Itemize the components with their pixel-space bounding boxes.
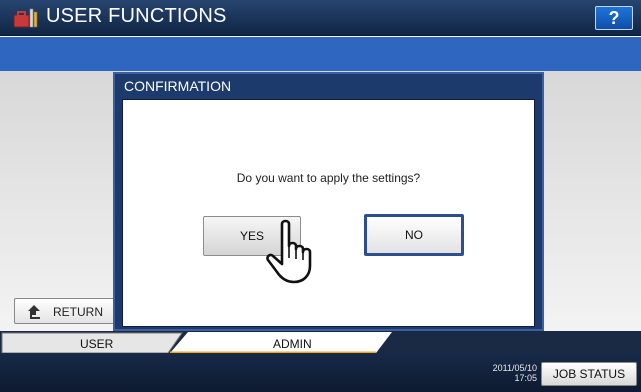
toolbox-icon — [13, 8, 38, 28]
tab-user-label: USER — [80, 337, 114, 351]
no-button[interactable]: NO — [364, 214, 464, 256]
dialog-message: Do you want to apply the settings? — [236, 171, 421, 185]
confirmation-dialog: CONFIRMATION Do you want to apply the se… — [113, 72, 544, 331]
job-status-button[interactable]: JOB STATUS — [541, 362, 637, 386]
dialog-title: CONFIRMATION — [124, 78, 232, 94]
tab-admin-label: ADMIN — [273, 337, 312, 351]
page-title: USER FUNCTIONS — [46, 5, 227, 27]
return-button[interactable]: RETURN — [14, 298, 118, 324]
hand-pointer-icon — [266, 219, 312, 284]
return-label: RETURN — [53, 305, 103, 319]
title-bar: USER FUNCTIONS ? — [0, 0, 641, 36]
header-band — [0, 37, 641, 71]
return-arrow-icon — [28, 305, 40, 319]
help-button[interactable]: ? — [595, 6, 633, 30]
date-time: 2011/05/10 17:05 — [490, 363, 537, 383]
time-text: 17:05 — [514, 373, 537, 383]
dialog-body: Do you want to apply the settings? YES N… — [122, 99, 535, 327]
date-text: 2011/05/10 — [492, 363, 537, 373]
